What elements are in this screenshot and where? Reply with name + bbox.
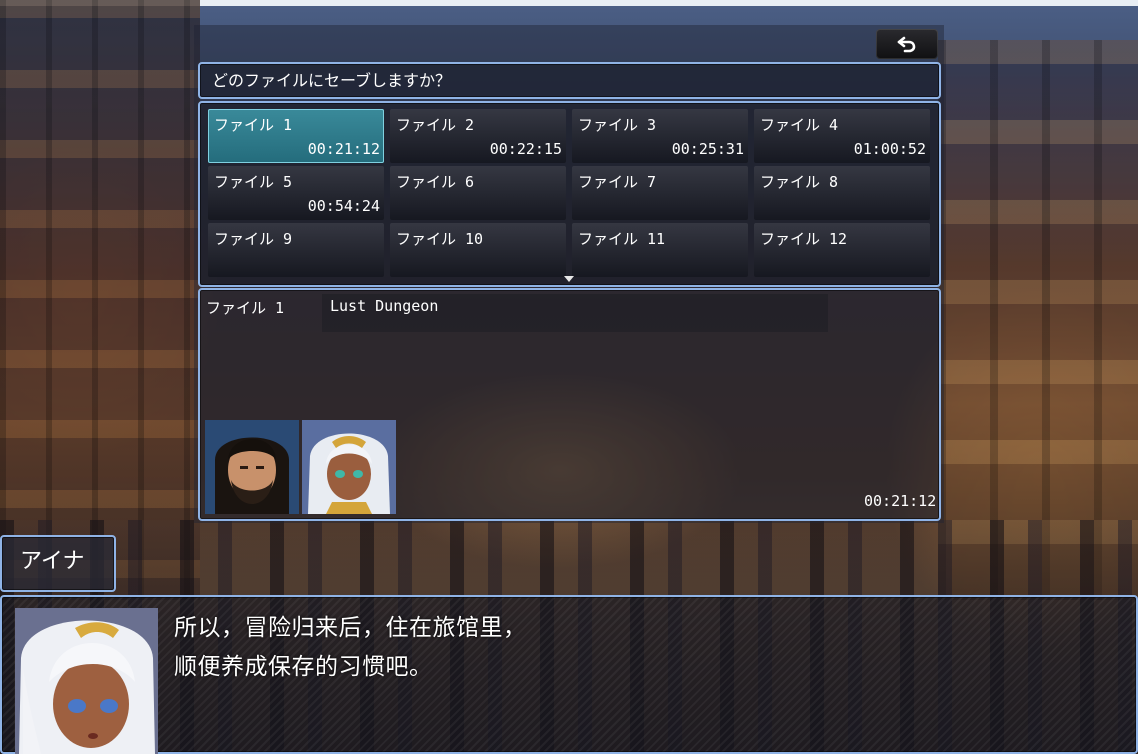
slot-playtime: 00:22:15 <box>489 140 562 158</box>
slot-name: ファイル 2 <box>396 116 475 134</box>
save-slot-12[interactable]: ファイル 12 <box>754 223 930 277</box>
status-file-name: ファイル 1 <box>206 299 285 317</box>
background-building-left <box>0 0 200 600</box>
background-building-right <box>938 40 1138 600</box>
scroll-down-arrow-icon[interactable] <box>564 276 574 282</box>
slot-playtime: 00:21:12 <box>307 140 380 158</box>
message-line-1: 所以，冒险归来后，住在旅馆里， <box>174 615 527 641</box>
save-slot-6[interactable]: ファイル 6 <box>390 166 566 220</box>
save-slot-10[interactable]: ファイル 10 <box>390 223 566 277</box>
slot-name: ファイル 7 <box>578 173 657 191</box>
slot-name: ファイル 11 <box>578 230 666 248</box>
slot-name: ファイル 8 <box>760 173 839 191</box>
slot-name: ファイル 1 <box>214 116 293 134</box>
status-playtime: 00:21:12 <box>864 492 937 510</box>
help-text: どのファイルにセーブしますか？ <box>212 71 452 90</box>
message-line-2: 顺便养成保存的习惯吧。 <box>174 654 433 680</box>
party-face-aina <box>302 420 396 514</box>
slot-playtime: 01:00:52 <box>853 140 926 158</box>
speaker-name: アイナ <box>20 549 85 574</box>
save-slot-1[interactable]: ファイル 1 00:21:12 <box>208 109 384 163</box>
save-slot-3[interactable]: ファイル 3 00:25:31 <box>572 109 748 163</box>
slot-name: ファイル 5 <box>214 173 293 191</box>
slot-playtime: 00:54:24 <box>307 197 380 215</box>
save-slot-8[interactable]: ファイル 8 <box>754 166 930 220</box>
status-game-title: Lust Dungeon <box>330 297 439 315</box>
back-button[interactable] <box>876 29 938 59</box>
slot-name: ファイル 10 <box>396 230 484 248</box>
save-slot-5[interactable]: ファイル 5 00:54:24 <box>208 166 384 220</box>
message-window[interactable] <box>0 595 1138 754</box>
return-arrow-icon <box>897 36 916 53</box>
save-slot-4[interactable]: ファイル 4 01:00:52 <box>754 109 930 163</box>
help-window: どのファイルにセーブしますか？ <box>198 62 941 99</box>
slot-playtime: 00:25:31 <box>671 140 744 158</box>
status-game-title-box: Lust Dungeon <box>322 294 828 332</box>
speaker-face-aina <box>15 608 158 754</box>
save-slot-9[interactable]: ファイル 9 <box>208 223 384 277</box>
slot-name: ファイル 6 <box>396 173 475 191</box>
slot-name: ファイル 4 <box>760 116 839 134</box>
save-slot-7[interactable]: ファイル 7 <box>572 166 748 220</box>
slot-name: ファイル 3 <box>578 116 657 134</box>
save-slot-11[interactable]: ファイル 11 <box>572 223 748 277</box>
speaker-name-box: アイナ <box>0 535 116 592</box>
save-slot-2[interactable]: ファイル 2 00:22:15 <box>390 109 566 163</box>
slot-name: ファイル 12 <box>760 230 848 248</box>
party-face-male-warrior <box>205 420 299 514</box>
slot-name: ファイル 9 <box>214 230 293 248</box>
